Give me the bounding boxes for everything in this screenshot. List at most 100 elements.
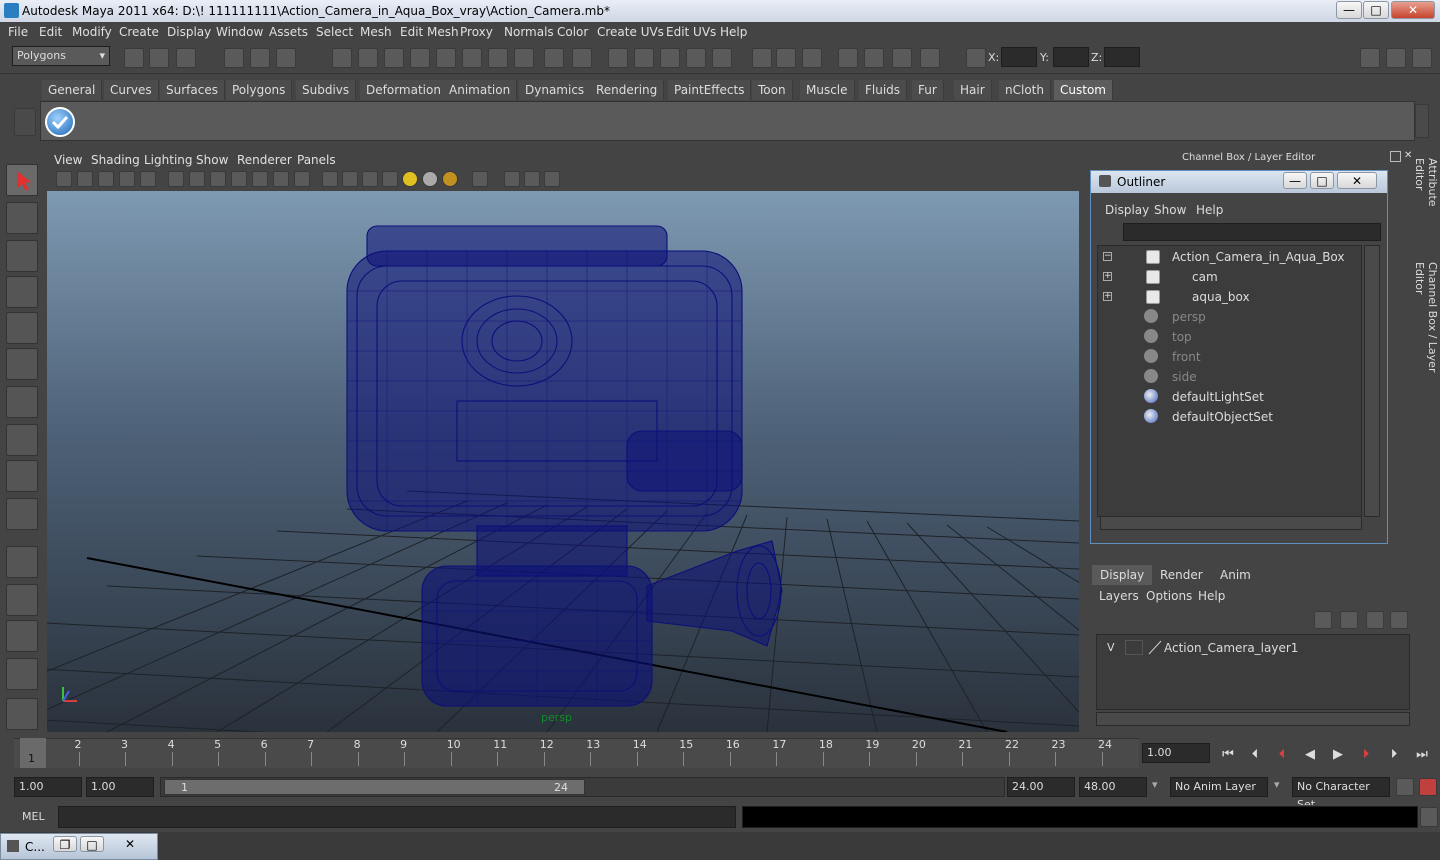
camera-attributes-icon[interactable] xyxy=(77,171,93,187)
shelf-tab-custom[interactable]: Custom xyxy=(1054,80,1113,100)
textured-icon[interactable] xyxy=(382,171,398,187)
last-tool-icon[interactable] xyxy=(6,498,38,530)
lasso-tool-icon[interactable] xyxy=(6,202,38,234)
snap-point-icon[interactable] xyxy=(384,48,404,68)
move-layer-up-icon[interactable] xyxy=(1314,611,1332,629)
shelf-tab-fur[interactable]: Fur xyxy=(912,80,944,100)
layer-type-toggle[interactable] xyxy=(1125,640,1143,655)
start-time-field[interactable]: 1.00 xyxy=(14,777,82,797)
layer-horizontal-scrollbar[interactable] xyxy=(1096,712,1410,726)
xray-icon[interactable] xyxy=(504,171,520,187)
go-to-end-icon[interactable]: ⏭ xyxy=(1412,746,1432,764)
float-panel-icon[interactable] xyxy=(1390,151,1401,162)
menu-help[interactable]: Help xyxy=(720,25,747,39)
move-tool-icon[interactable] xyxy=(6,276,38,308)
wireframe-on-shaded-icon[interactable] xyxy=(362,171,378,187)
menu-file[interactable]: File xyxy=(8,25,28,39)
2d-pan-zoom-icon[interactable] xyxy=(140,171,156,187)
step-back-icon[interactable]: ⏴ xyxy=(1245,746,1265,764)
smooth-shade-icon[interactable] xyxy=(342,171,358,187)
playback-end-field[interactable]: 24.00 xyxy=(1007,777,1075,797)
toggle-channel-box-icon[interactable] xyxy=(920,48,940,68)
menu-proxy[interactable]: Proxy xyxy=(460,25,493,39)
select-hierarchy-icon[interactable] xyxy=(224,48,244,68)
expand-toggle[interactable]: + xyxy=(1103,272,1112,281)
universal-manipulator-icon[interactable] xyxy=(6,386,38,418)
show-manipulator-icon[interactable] xyxy=(6,460,38,492)
layer-visibility-toggle[interactable]: V xyxy=(1107,641,1115,654)
outliner-menu-display[interactable]: Display xyxy=(1105,203,1149,217)
shelf-tab-fluids[interactable]: Fluids xyxy=(859,80,908,100)
shelf-tab-subdivs[interactable]: Subdivs xyxy=(296,80,357,100)
help-icon[interactable] xyxy=(514,48,534,68)
backface-icon[interactable] xyxy=(544,171,560,187)
select-component-icon[interactable] xyxy=(276,48,296,68)
script-editor-icon[interactable] xyxy=(1420,807,1438,827)
outliner-menu-help[interactable]: Help xyxy=(1196,203,1223,217)
shelf-tab-general[interactable]: General xyxy=(42,80,103,100)
command-input[interactable] xyxy=(58,806,736,828)
transform-mode-icon[interactable] xyxy=(966,48,986,68)
task-close-button[interactable]: ✕ xyxy=(107,836,153,852)
image-plane-icon[interactable] xyxy=(119,171,135,187)
layer-name[interactable]: Action_Camera_layer1 xyxy=(1164,641,1298,655)
move-layer-down-icon[interactable] xyxy=(1340,611,1358,629)
vp-menu-shading[interactable]: Shading xyxy=(91,153,140,167)
shelf-tab-hair[interactable]: Hair xyxy=(954,80,992,100)
menu-normals[interactable]: Normals xyxy=(504,25,554,39)
graph-layout-icon[interactable] xyxy=(6,658,38,690)
input-box-icon[interactable] xyxy=(752,48,772,68)
outliner-close-button[interactable]: ✕ xyxy=(1337,172,1377,189)
expand-toggle[interactable]: + xyxy=(1103,292,1112,301)
close-button[interactable]: ✕ xyxy=(1391,1,1435,19)
new-scene-icon[interactable] xyxy=(124,48,144,68)
layer-tab-anim[interactable]: Anim xyxy=(1212,565,1259,585)
wireframe-icon[interactable] xyxy=(322,171,338,187)
gate-mask-icon[interactable] xyxy=(231,171,247,187)
current-time-field[interactable]: 1.00 xyxy=(1142,743,1210,763)
end-time-field[interactable]: 48.00 xyxy=(1079,777,1147,797)
outliner-item-front[interactable]: front xyxy=(1172,350,1201,364)
vp-menu-view[interactable]: View xyxy=(54,153,82,167)
resolution-gate-icon[interactable] xyxy=(210,171,226,187)
command-language-label[interactable]: MEL xyxy=(22,810,45,823)
menu-assets[interactable]: Assets xyxy=(269,25,308,39)
playback-start-field[interactable]: 1.00 xyxy=(86,777,154,797)
shelf-tab-animation[interactable]: Animation xyxy=(443,80,518,100)
soft-mod-tool-icon[interactable] xyxy=(6,424,38,456)
auto-key-icon[interactable] xyxy=(1419,778,1437,796)
layer-menu-help[interactable]: Help xyxy=(1198,589,1225,603)
shelf-tab-deformation[interactable]: Deformation xyxy=(360,80,448,100)
safe-title-icon[interactable] xyxy=(294,171,310,187)
step-back-key-icon[interactable]: ⏴ xyxy=(1272,746,1292,764)
rename-icon[interactable] xyxy=(776,48,796,68)
anim-layer-dropdown[interactable]: No Anim Layer xyxy=(1170,777,1268,797)
selection-mask-icon[interactable] xyxy=(572,48,592,68)
play-forward-icon[interactable]: ▶ xyxy=(1328,746,1348,764)
outliner-item-action-camera-in-aqua-box[interactable]: Action_Camera_in_Aqua_Box xyxy=(1172,250,1345,264)
snap-grid-icon[interactable] xyxy=(332,48,352,68)
save-scene-icon[interactable] xyxy=(176,48,196,68)
menu-display[interactable]: Display xyxy=(167,25,211,39)
construction-icon[interactable] xyxy=(488,48,508,68)
shelf-tab-toon[interactable]: Toon xyxy=(752,80,793,100)
mode-dropdown[interactable]: Polygons ▾ xyxy=(12,46,110,66)
outliner-item-top[interactable]: top xyxy=(1172,330,1192,344)
new-layer-selected-icon[interactable] xyxy=(1390,611,1408,629)
menu-select[interactable]: Select xyxy=(316,25,353,39)
current-frame-marker[interactable]: 1 xyxy=(20,738,46,768)
outliner-menu-show[interactable]: Show xyxy=(1154,203,1186,217)
outliner-vertical-scrollbar[interactable] xyxy=(1364,245,1380,517)
shadows-icon[interactable] xyxy=(442,171,458,187)
render-view-icon[interactable] xyxy=(712,48,732,68)
rotate-tool-icon[interactable] xyxy=(6,312,38,344)
shelf-tab-surfaces[interactable]: Surfaces xyxy=(160,80,225,100)
hypershade-layout-icon[interactable] xyxy=(6,698,38,730)
outliner-item-persp[interactable]: persp xyxy=(1172,310,1206,324)
camera-select-icon[interactable] xyxy=(56,171,72,187)
vp-menu-renderer[interactable]: Renderer xyxy=(237,153,292,167)
checkmark-icon[interactable] xyxy=(45,107,75,137)
layer-tab-render[interactable]: Render xyxy=(1152,565,1211,585)
toggle-attribute-icon[interactable] xyxy=(864,48,884,68)
outliner-item-cam[interactable]: cam xyxy=(1192,270,1218,284)
